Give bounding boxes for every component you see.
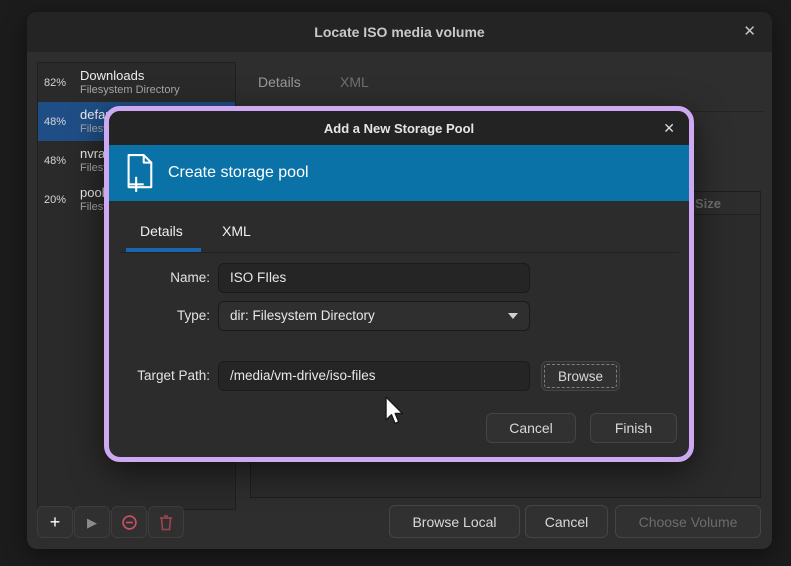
window-title: Locate ISO media volume: [314, 24, 484, 40]
window-close-icon[interactable]: ✕: [743, 12, 756, 52]
stop-pool-button[interactable]: [111, 506, 147, 538]
add-pool-button[interactable]: +: [37, 506, 73, 538]
background-tabstrip: Details XML: [243, 62, 764, 112]
cancel-button-window[interactable]: Cancel: [525, 505, 608, 538]
target-path-input[interactable]: /media/vm-drive/iso-files: [218, 361, 530, 391]
start-pool-button[interactable]: ▶: [74, 506, 110, 538]
stop-circle-icon: [121, 514, 138, 531]
browse-local-button[interactable]: Browse Local: [389, 505, 520, 538]
dialog-banner: Create storage pool: [109, 145, 689, 201]
finish-button[interactable]: Finish: [590, 413, 677, 443]
mouse-cursor: [383, 396, 407, 428]
name-input[interactable]: ISO FIles: [218, 263, 530, 293]
pool-type: Filesystem Directory: [80, 84, 180, 97]
active-tab-underline: [126, 248, 201, 252]
pool-usage-percent: 48%: [44, 155, 74, 167]
tab-details-dialog[interactable]: Details: [140, 223, 183, 239]
choose-volume-button[interactable]: Choose Volume: [615, 505, 761, 538]
dialog-titlebar: Add a New Storage Pool ✕: [109, 111, 689, 145]
dialog-tabstrip: Details XML: [119, 201, 679, 253]
pool-row-downloads[interactable]: 82% Downloads Filesystem Directory: [38, 63, 235, 102]
name-label: Name:: [109, 263, 210, 293]
type-dropdown[interactable]: dir: Filesystem Directory: [218, 301, 530, 331]
dialog-close-icon[interactable]: ✕: [663, 111, 675, 145]
tab-xml-background[interactable]: XML: [340, 74, 369, 90]
pool-usage-percent: 20%: [44, 194, 74, 206]
banner-text: Create storage pool: [168, 164, 309, 182]
type-dropdown-value: dir: Filesystem Directory: [230, 302, 375, 330]
tab-xml-dialog[interactable]: XML: [222, 223, 251, 239]
pool-name: Downloads: [80, 68, 180, 84]
target-path-label: Target Path:: [109, 361, 210, 391]
plus-icon: +: [50, 513, 61, 531]
play-icon: ▶: [87, 516, 97, 529]
cancel-button-dialog[interactable]: Cancel: [486, 413, 576, 443]
new-document-plus-icon: [122, 152, 156, 194]
delete-pool-button[interactable]: [148, 506, 184, 538]
tab-details-background[interactable]: Details: [258, 74, 301, 90]
type-label: Type:: [109, 301, 210, 331]
chevron-down-icon: [508, 313, 518, 319]
dialog-title: Add a New Storage Pool: [324, 121, 474, 136]
window-titlebar: Locate ISO media volume ✕: [27, 12, 772, 52]
pool-toolbar: + ▶: [37, 506, 184, 538]
pool-usage-percent: 48%: [44, 116, 74, 128]
browse-button[interactable]: Browse: [541, 361, 620, 391]
pool-usage-percent: 82%: [44, 77, 74, 89]
trash-icon: [158, 514, 174, 531]
desktop: Locate ISO media volume ✕ 82% Downloads …: [0, 0, 791, 566]
